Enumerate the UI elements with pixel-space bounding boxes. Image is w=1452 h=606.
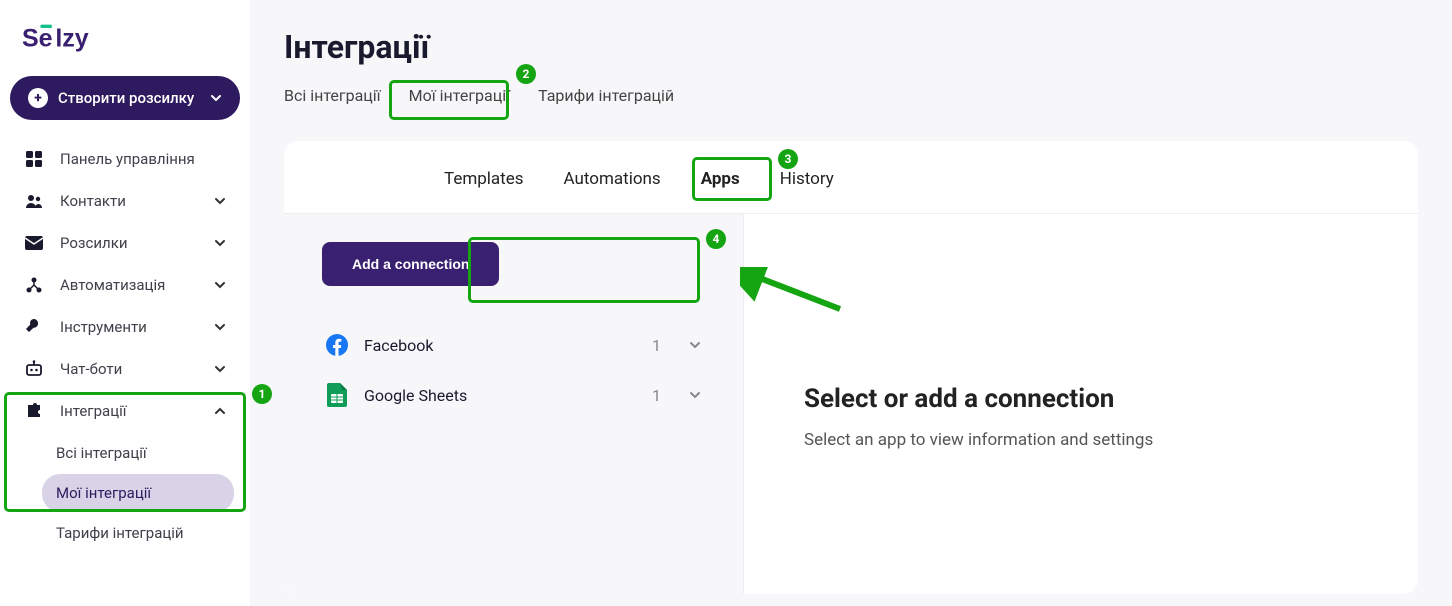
card-tab-apps[interactable]: Apps bbox=[701, 169, 740, 189]
sidebar: S e lzy + Створити розсилку Панель управ… bbox=[0, 0, 250, 606]
dashboard-icon bbox=[24, 150, 44, 168]
tab-all-integrations[interactable]: Всі інтеграції bbox=[284, 86, 381, 115]
top-tabs: Всі інтеграції Мої інтеграції Тарифи інт… bbox=[284, 86, 1418, 115]
chevron-down-icon bbox=[214, 321, 226, 333]
integrations-card: Templates Automations Apps History Add a… bbox=[284, 141, 1418, 594]
chevron-down-icon bbox=[214, 363, 226, 375]
connection-count: 1 bbox=[652, 386, 661, 405]
card-tab-templates[interactable]: Templates bbox=[444, 169, 524, 189]
chevron-down-icon bbox=[689, 389, 701, 401]
svg-text:e: e bbox=[39, 24, 53, 52]
connection-name: Google Sheets bbox=[364, 386, 467, 405]
subnav-all-integrations[interactable]: Всі інтеграції bbox=[42, 434, 234, 472]
logo: S e lzy bbox=[10, 18, 240, 76]
main-content: Інтеграції Всі інтеграції Мої інтеграції… bbox=[250, 0, 1452, 606]
chevron-down-icon bbox=[214, 237, 226, 249]
annotation-badge-2: 2 bbox=[516, 64, 536, 84]
chevron-down-icon bbox=[210, 92, 222, 104]
automation-icon bbox=[24, 276, 44, 294]
sidebar-item-contacts[interactable]: Контакти bbox=[10, 180, 240, 222]
sidebar-item-label: Автоматизація bbox=[60, 276, 165, 294]
subnav-my-integrations[interactable]: Мої інтеграції bbox=[42, 474, 234, 512]
integrations-submenu: Всі інтеграції Мої інтеграції Тарифи інт… bbox=[10, 434, 240, 552]
card-tab-history[interactable]: History bbox=[780, 169, 834, 189]
bot-icon bbox=[24, 360, 44, 378]
svg-text:lzy: lzy bbox=[55, 24, 88, 52]
sidebar-item-campaigns[interactable]: Розсилки bbox=[10, 222, 240, 264]
tab-my-integrations[interactable]: Мої інтеграції bbox=[409, 86, 510, 115]
sidebar-item-integrations[interactable]: Інтеграції bbox=[10, 390, 240, 432]
sidebar-item-label: Інструменти bbox=[60, 318, 147, 336]
sidebar-item-label: Чат-боти bbox=[60, 360, 122, 378]
detail-subtitle: Select an app to view information and se… bbox=[804, 430, 1378, 450]
chevron-down-icon bbox=[214, 195, 226, 207]
sidebar-item-label: Розсилки bbox=[60, 234, 128, 252]
sidebar-item-tools[interactable]: Інструменти bbox=[10, 306, 240, 348]
sidebar-item-automation[interactable]: Автоматизація bbox=[10, 264, 240, 306]
facebook-icon bbox=[326, 334, 348, 356]
chevron-down-icon bbox=[214, 279, 226, 291]
connection-row-facebook[interactable]: Facebook 1 bbox=[308, 320, 719, 370]
sidebar-item-label: Панель управління bbox=[60, 150, 195, 168]
connection-detail-panel: Select or add a connection Select an app… bbox=[744, 214, 1418, 594]
card-tab-automations[interactable]: Automations bbox=[564, 169, 661, 189]
subnav-pricing-integrations[interactable]: Тарифи інтеграцій bbox=[42, 514, 234, 552]
mail-icon bbox=[24, 236, 44, 250]
connection-name: Facebook bbox=[364, 336, 433, 355]
connection-count: 1 bbox=[652, 336, 661, 355]
create-campaign-button[interactable]: + Створити розсилку bbox=[10, 76, 240, 120]
google-sheets-icon bbox=[326, 384, 348, 406]
puzzle-icon bbox=[24, 402, 44, 420]
connection-row-gsheets[interactable]: Google Sheets 1 bbox=[308, 370, 719, 420]
add-connection-button[interactable]: Add a connection bbox=[322, 242, 499, 286]
page-title: Інтеграції bbox=[284, 28, 1418, 66]
contacts-icon bbox=[24, 192, 44, 210]
create-campaign-label: Створити розсилку bbox=[58, 89, 194, 107]
sidebar-item-label: Контакти bbox=[60, 192, 126, 210]
svg-text:S: S bbox=[22, 24, 39, 52]
chevron-down-icon bbox=[689, 339, 701, 351]
detail-title: Select or add a connection bbox=[804, 384, 1378, 414]
sidebar-item-dashboard[interactable]: Панель управління bbox=[10, 138, 240, 180]
plus-icon: + bbox=[28, 88, 48, 108]
sidebar-item-label: Інтеграції bbox=[60, 402, 126, 420]
chevron-up-icon bbox=[214, 405, 226, 417]
tab-pricing-integrations[interactable]: Тарифи інтеграцій bbox=[538, 86, 674, 115]
connections-panel: Add a connection Facebook 1 Google bbox=[284, 214, 744, 594]
sidebar-item-chatbots[interactable]: Чат-боти bbox=[10, 348, 240, 390]
tools-icon bbox=[24, 318, 44, 336]
card-tabs: Templates Automations Apps History bbox=[284, 141, 1418, 214]
